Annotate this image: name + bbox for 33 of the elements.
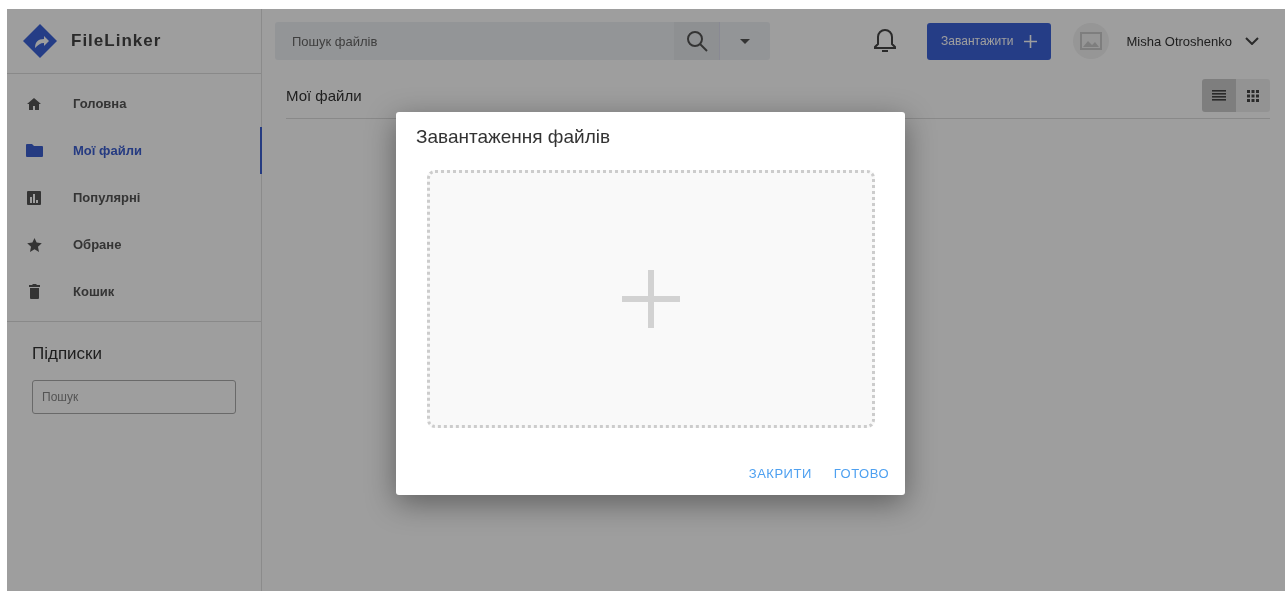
chart-icon xyxy=(27,190,41,205)
user-name[interactable]: Misha Otroshenko xyxy=(1126,33,1232,49)
plus-icon xyxy=(1023,34,1037,48)
plus-icon xyxy=(622,270,680,328)
upload-button[interactable]: Завантажити xyxy=(927,22,1051,60)
search-icon xyxy=(685,30,708,52)
sidebar-item[interactable]: Головна xyxy=(7,80,262,127)
page-title: Мої файли xyxy=(286,87,362,104)
sidebar-item[interactable]: Обране xyxy=(7,221,262,268)
sidebar-item[interactable]: Мої файли xyxy=(7,127,262,174)
logo-icon xyxy=(23,24,57,58)
caret-icon xyxy=(740,38,750,44)
sidebar-item[interactable]: Кошик xyxy=(7,268,262,315)
folder-icon xyxy=(25,144,43,157)
dialog-button[interactable]: ГОТОВО xyxy=(825,460,897,487)
bell-icon xyxy=(874,28,897,54)
dialog-button[interactable]: ЗАКРИТИ xyxy=(740,460,820,487)
list-view-button[interactable] xyxy=(1202,79,1236,112)
search-field[interactable]: Пошук файлів xyxy=(275,22,674,60)
trash-icon xyxy=(28,284,40,299)
list-icon xyxy=(1212,90,1226,101)
search-field[interactable]: Пошук xyxy=(32,380,236,414)
logo-text: FileLinker xyxy=(71,31,162,51)
home-icon xyxy=(27,97,41,110)
section-title: Підписки xyxy=(31,343,104,364)
image-icon xyxy=(1079,32,1102,50)
chevron-down-icon xyxy=(1245,37,1259,45)
star-icon xyxy=(26,237,42,252)
sidebar-item[interactable]: Популярні xyxy=(7,174,262,221)
grid-view-button[interactable] xyxy=(1236,79,1270,112)
dialog-title: Завантаження файлів xyxy=(416,126,612,148)
search-button[interactable] xyxy=(674,22,719,60)
grid-icon xyxy=(1247,89,1259,102)
